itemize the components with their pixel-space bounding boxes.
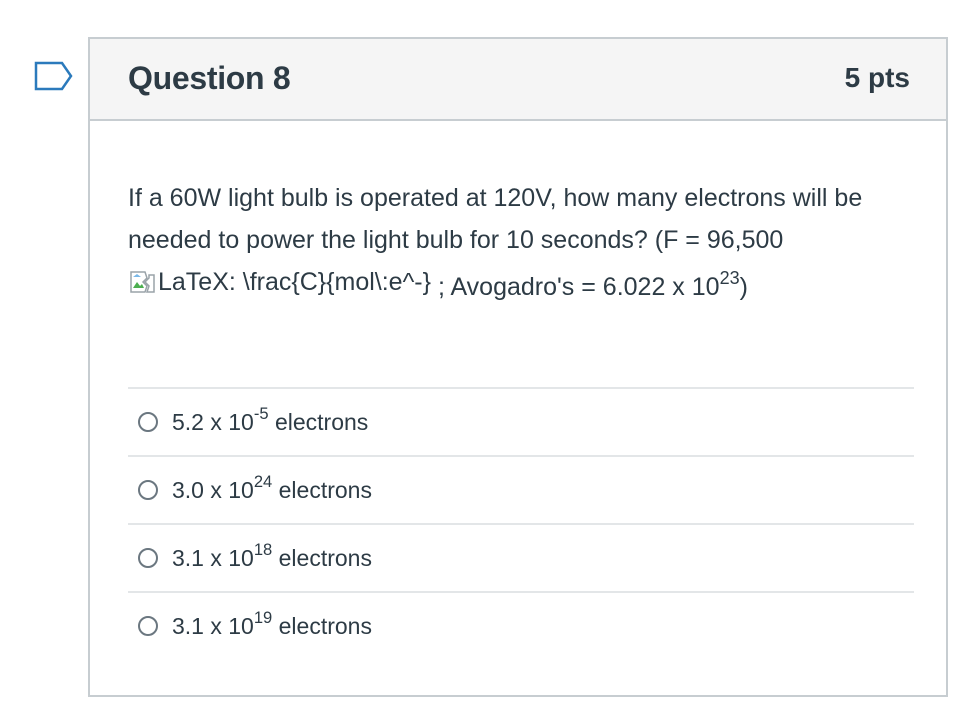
flag-question-icon[interactable] — [34, 61, 74, 95]
latex-image: LaTeX: \frac{C}{mol\:e^-} — [128, 261, 431, 303]
answer-label: 5.2 x 10-5 electrons — [172, 405, 369, 436]
answer-option-3[interactable]: 3.1 x 1018 electrons — [128, 523, 914, 591]
question-points: 5 pts — [844, 62, 910, 93]
answer-label: 3.1 x 1019 electrons — [172, 609, 372, 640]
question-title: Question 8 — [128, 60, 291, 96]
flag-outline-icon — [34, 61, 73, 91]
broken-image-icon — [130, 271, 155, 293]
latex-image-alt-text: LaTeX: \frac{C}{mol\:e^-} — [158, 268, 431, 296]
answer-exponent: 24 — [253, 472, 273, 492]
answer-exponent: 19 — [253, 608, 273, 628]
radio-unchecked-icon[interactable] — [138, 616, 158, 636]
answer-option-1[interactable]: 5.2 x 10-5 electrons — [128, 387, 914, 455]
answer-unit: electrons — [272, 476, 372, 503]
answer-exponent: -5 — [253, 404, 269, 424]
answer-option-4[interactable]: 3.1 x 1019 electrons — [128, 591, 914, 659]
question-text: If a 60W light bulb is operated at 120V,… — [128, 177, 888, 308]
question-text-part1: If a 60W light bulb is operated at 120V,… — [128, 184, 863, 254]
answer-unit: electrons — [272, 612, 372, 639]
answer-unit: electrons — [268, 408, 369, 435]
answer-label: 3.1 x 1018 electrons — [172, 541, 372, 572]
answer-exponent: 18 — [253, 540, 273, 560]
answer-option-2[interactable]: 3.0 x 1024 electrons — [128, 455, 914, 523]
question-text-part2: ; Avogadro's = 6.022 x 10 — [431, 273, 720, 301]
answer-unit: electrons — [272, 544, 372, 571]
radio-unchecked-icon[interactable] — [138, 548, 158, 568]
question-text-part3: ) — [739, 273, 748, 301]
answer-base: 5.2 x 10 — [172, 408, 254, 435]
answer-label: 3.0 x 1024 electrons — [172, 473, 372, 504]
radio-unchecked-icon[interactable] — [138, 412, 158, 432]
radio-unchecked-icon[interactable] — [138, 480, 158, 500]
question-card: Question 8 5 pts If a 60W light bulb is … — [88, 37, 948, 697]
question-text-exponent: 23 — [719, 267, 740, 288]
answer-base: 3.0 x 10 — [172, 476, 254, 503]
answer-base: 3.1 x 10 — [172, 612, 254, 639]
answer-base: 3.1 x 10 — [172, 544, 254, 571]
answer-list: 5.2 x 10-5 electrons 3.0 x 1024 electron… — [128, 387, 914, 659]
question-header: Question 8 5 pts — [90, 39, 946, 121]
